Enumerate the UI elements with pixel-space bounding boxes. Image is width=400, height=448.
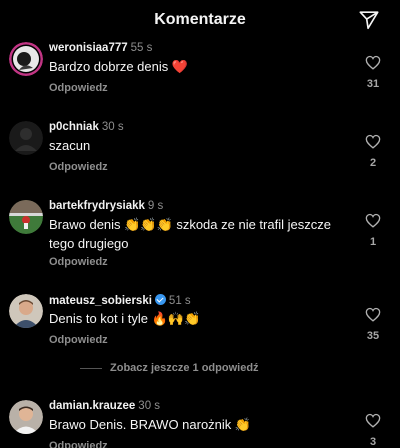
avatar[interactable] bbox=[9, 400, 43, 434]
comment-text: Brawo denis 👏👏👏 szkoda ze nie trafil jes… bbox=[49, 217, 331, 251]
comment-meta: weronisiaa777 55 s bbox=[49, 42, 152, 54]
avatar[interactable] bbox=[9, 294, 43, 328]
reply-button[interactable]: Odpowiedz bbox=[49, 334, 108, 346]
heart-icon[interactable] bbox=[365, 213, 381, 228]
heart-icon[interactable] bbox=[365, 413, 381, 428]
comment-time: 30 s bbox=[138, 400, 161, 412]
avatar[interactable] bbox=[9, 42, 43, 76]
divider-line bbox=[80, 367, 102, 369]
like-area: 35 bbox=[362, 307, 384, 342]
heart-icon[interactable] bbox=[365, 55, 381, 70]
heart-icon[interactable] bbox=[365, 307, 381, 322]
comment-text: Denis to kot i tyle 🔥🙌👏 bbox=[49, 311, 201, 326]
verified-badge-icon bbox=[154, 294, 166, 305]
like-area: 31 bbox=[362, 55, 384, 90]
comment-text: szacun bbox=[49, 138, 91, 153]
view-more-replies-button[interactable]: Zobacz jeszcze 1 odpowiedź bbox=[80, 362, 259, 374]
comment-meta: mateusz_sobierski 51 s bbox=[49, 294, 191, 307]
username[interactable]: mateusz_sobierski bbox=[49, 295, 152, 307]
reply-button[interactable]: Odpowiedz bbox=[49, 82, 108, 94]
like-count: 31 bbox=[366, 78, 380, 90]
username[interactable]: weronisiaa777 bbox=[49, 42, 128, 54]
view-more-replies-label: Zobacz jeszcze 1 odpowiedź bbox=[110, 362, 259, 374]
like-count: 1 bbox=[369, 236, 377, 248]
comment-time: 51 s bbox=[168, 295, 191, 307]
send-icon[interactable] bbox=[358, 9, 380, 31]
username[interactable]: bartekfrydrysiakk bbox=[49, 200, 145, 212]
avatar[interactable] bbox=[9, 200, 43, 234]
reply-button[interactable]: Odpowiedz bbox=[49, 440, 108, 448]
comment-text: Bardzo dobrze denis ❤️ bbox=[49, 59, 189, 74]
like-area: 3 bbox=[362, 413, 384, 448]
reply-button[interactable]: Odpowiedz bbox=[49, 256, 108, 268]
username[interactable]: damian.krauzee bbox=[49, 400, 135, 412]
reply-button[interactable]: Odpowiedz bbox=[49, 161, 108, 173]
comment-time: 55 s bbox=[130, 42, 153, 54]
like-count: 3 bbox=[369, 436, 377, 448]
like-area: 2 bbox=[362, 134, 384, 169]
like-count: 35 bbox=[366, 330, 380, 342]
comment-meta: damian.krauzee 30 s bbox=[49, 400, 160, 412]
comments-header: Komentarze bbox=[0, 0, 400, 42]
username[interactable]: p0chniak bbox=[49, 121, 99, 133]
comment-meta: bartekfrydrysiakk 9 s bbox=[49, 200, 163, 212]
comment-time: 9 s bbox=[147, 200, 164, 212]
comment-text: Brawo Denis. BRAWO narożnik 👏 bbox=[49, 417, 252, 432]
like-area: 1 bbox=[362, 213, 384, 248]
heart-icon[interactable] bbox=[365, 134, 381, 149]
page-title: Komentarze bbox=[154, 11, 246, 28]
comment-meta: p0chniak 30 s bbox=[49, 121, 124, 133]
avatar[interactable] bbox=[9, 121, 43, 155]
comment-time: 30 s bbox=[101, 121, 124, 133]
like-count: 2 bbox=[369, 157, 377, 169]
